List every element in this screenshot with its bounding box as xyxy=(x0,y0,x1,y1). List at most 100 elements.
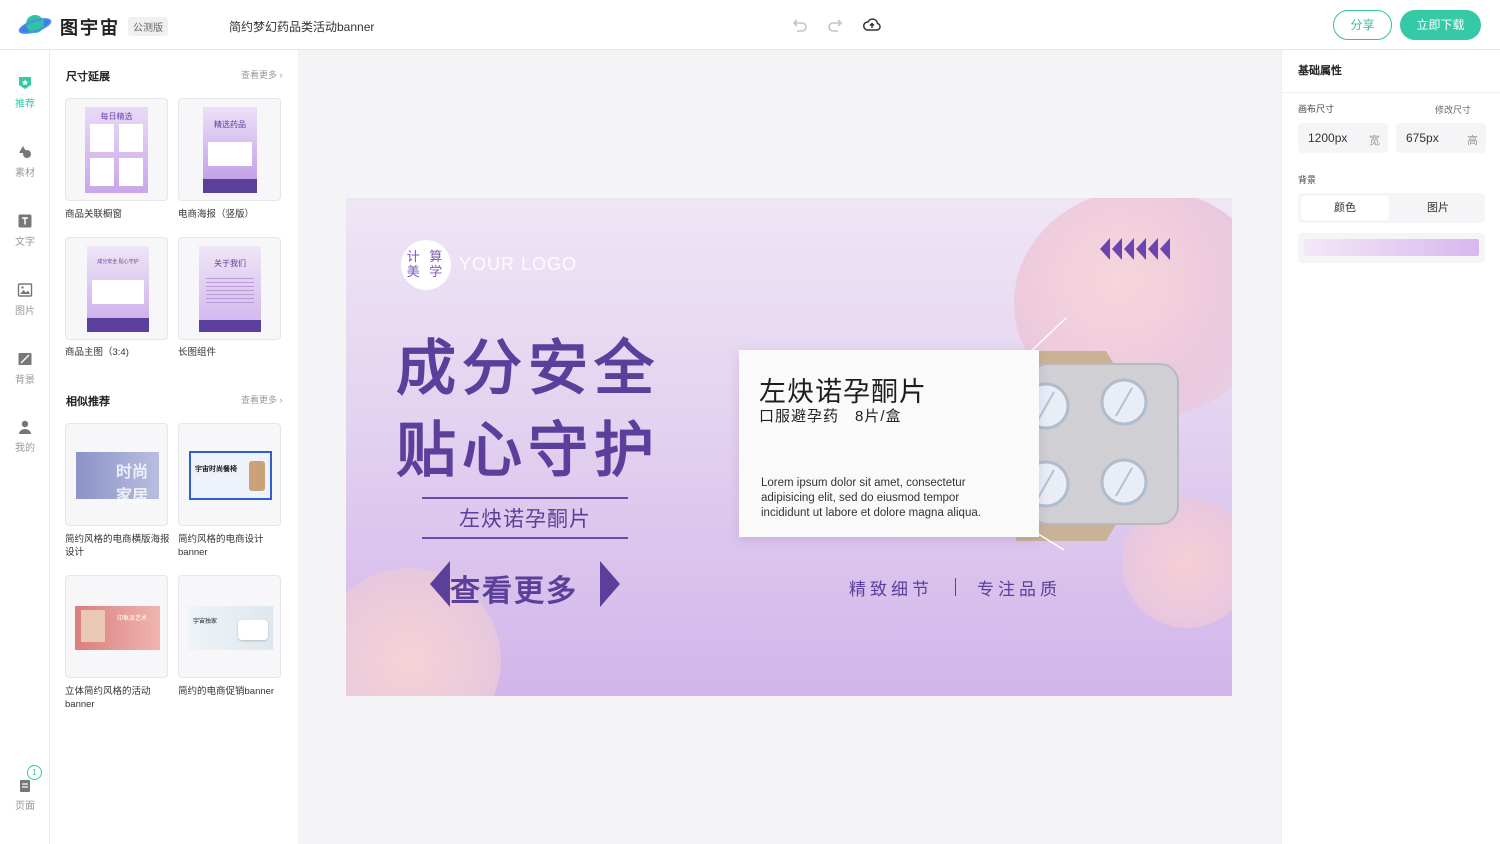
brand-name[interactable]: 图宇宙 xyxy=(60,14,120,40)
nav-label: 图片 xyxy=(15,306,35,317)
logo-text-line1: 计 算 xyxy=(406,249,446,264)
triangle-right-icon xyxy=(600,561,620,607)
properties-title: 基础属性 xyxy=(1298,65,1342,77)
cloud-upload-icon[interactable] xyxy=(862,15,882,35)
template-label: 简约的电商促销banner xyxy=(178,686,275,697)
nav-recommend[interactable]: 推荐 xyxy=(0,75,50,110)
download-button[interactable]: 立即下载 xyxy=(1400,10,1481,40)
template-label: 长图组件 xyxy=(178,347,217,358)
share-button[interactable]: 分享 xyxy=(1333,10,1392,40)
user-icon xyxy=(19,420,31,434)
tagline-right[interactable]: 专注品质 xyxy=(977,575,1061,600)
card-title: 左炔诺孕酮片 xyxy=(759,377,927,407)
template-label: 电商海报（竖版） xyxy=(178,209,255,220)
background-type-toggle: 颜色 图片 xyxy=(1298,193,1485,223)
resize-link[interactable]: 修改尺寸 xyxy=(1435,103,1471,116)
template-thumbnail[interactable]: 时尚家居 xyxy=(65,423,168,526)
template-label: 简约风格的电商设计banner xyxy=(178,534,264,558)
beta-badge: 公测版 xyxy=(128,17,168,36)
text-icon xyxy=(18,214,32,228)
view-more-link[interactable]: 查看更多 › xyxy=(241,68,283,81)
tab-image[interactable]: 图片 xyxy=(1394,196,1482,220)
pages-count-badge: 1 xyxy=(27,765,42,780)
brand-logo-circle[interactable]: 计 算 美 学 xyxy=(401,240,451,290)
headline-line2[interactable]: 贴心守护 xyxy=(396,418,666,484)
nav-label: 页面 xyxy=(15,801,35,812)
divider xyxy=(1282,92,1500,93)
view-more-link[interactable]: 查看更多 › xyxy=(241,393,283,406)
nav-label: 背景 xyxy=(15,375,35,386)
template-thumbnail[interactable]: 印象派艺术 xyxy=(65,575,168,678)
section-title-size-extend: 尺寸延展 xyxy=(66,71,110,83)
design-canvas[interactable]: 计 算 美 学 YOUR LOGO 成分安全 贴心守护 左炔诺孕酮片 查看更多 … xyxy=(346,198,1232,696)
nav-label: 素材 xyxy=(15,168,35,179)
nav-background[interactable]: 背景 xyxy=(0,351,50,386)
template-thumbnail[interactable]: 每日精选 xyxy=(65,98,168,201)
image-icon xyxy=(17,283,33,297)
gradient-swatch[interactable] xyxy=(1304,239,1479,256)
nav-materials[interactable]: 素材 xyxy=(0,144,50,179)
height-field[interactable]: 675px 高 xyxy=(1396,123,1486,153)
template-thumbnail[interactable]: 成分安全 贴心守护 xyxy=(65,237,168,340)
width-field[interactable]: 1200px 宽 xyxy=(1298,123,1388,153)
thumb-text: 宇宙时尚餐椅 xyxy=(195,466,237,473)
thumb-text: 精选药品 xyxy=(214,120,246,129)
nav-mine[interactable]: 我的 xyxy=(0,419,50,454)
divider-line xyxy=(422,537,628,539)
card-body: Lorem ipsum dolor sit amet, consectetur … xyxy=(761,477,981,519)
thumb-text: 每日精选 xyxy=(100,112,133,121)
arrows-left-icon xyxy=(1100,238,1170,260)
template-thumbnail[interactable]: 关于我们 xyxy=(178,237,281,340)
nav-pages[interactable]: 页面 xyxy=(0,777,50,812)
document-title[interactable]: 简约梦幻药品类活动banner xyxy=(229,18,374,35)
nav-label: 推荐 xyxy=(15,99,35,110)
template-label: 商品主图（3:4) xyxy=(65,347,129,358)
redo-icon[interactable] xyxy=(826,15,846,35)
template-thumbnail[interactable]: 精选药品 xyxy=(178,98,281,201)
nav-label: 文字 xyxy=(15,237,35,248)
thumb-text: 时尚家居 xyxy=(116,464,149,505)
section-title-similar: 相似推荐 xyxy=(66,396,110,408)
view-more-label: 查看更多 xyxy=(241,70,278,80)
triangle-left-icon xyxy=(430,561,450,607)
card-subtitle: 口服避孕药 8片/盒 xyxy=(759,408,902,425)
shapes-icon xyxy=(19,146,31,158)
thumb-text: 宇宙独家 xyxy=(193,619,218,625)
logo-text-line2: 美 学 xyxy=(406,264,446,279)
nav-text[interactable]: 文字 xyxy=(0,213,50,248)
product-info-card[interactable]: 左炔诺孕酮片 口服避孕药 8片/盒 Lorem ipsum dolor sit … xyxy=(739,350,1039,537)
cta-view-more[interactable]: 查看更多 xyxy=(450,566,578,610)
thumb-text: 印象派艺术 xyxy=(117,616,148,622)
left-nav: 推荐 素材 文字 图片 背景 我的 页面 1 xyxy=(0,50,50,844)
background-icon xyxy=(18,353,32,365)
nav-label: 我的 xyxy=(15,443,35,454)
top-bar: 图宇宙 公测版 简约梦幻药品类活动banner 分享 立即下载 xyxy=(0,0,1500,50)
star-shield-icon xyxy=(19,77,31,89)
height-value: 675px xyxy=(1406,131,1439,145)
thumb-text: 成分安全 贴心守护 xyxy=(97,259,139,265)
properties-panel: 基础属性 画布尺寸 修改尺寸 1200px 宽 675px 高 背景 颜色 图片 xyxy=(1281,50,1500,844)
tagline-left[interactable]: 精致细节 xyxy=(849,575,933,600)
background-swatch-field[interactable] xyxy=(1298,233,1485,263)
background-label: 背景 xyxy=(1298,175,1317,185)
view-more-label: 查看更多 xyxy=(241,395,278,405)
template-thumbnail[interactable]: 宇宙独家 xyxy=(178,575,281,678)
template-label: 立体简约风格的活动banner xyxy=(65,686,151,710)
thumb-text: 关于我们 xyxy=(214,259,246,268)
tab-color[interactable]: 颜色 xyxy=(1301,196,1389,220)
canvas-size-label: 画布尺寸 xyxy=(1298,104,1335,114)
planet-logo-icon[interactable] xyxy=(18,12,54,38)
width-unit: 宽 xyxy=(1369,135,1380,147)
template-panel: 尺寸延展 查看更多 › 每日精选 商品关联橱窗 精选药品 电商海报（竖版） 成分… xyxy=(50,50,298,844)
subtitle-product[interactable]: 左炔诺孕酮片 xyxy=(422,503,628,533)
undo-icon[interactable] xyxy=(789,15,809,35)
template-label: 商品关联橱窗 xyxy=(65,209,123,220)
tagline-separator xyxy=(955,578,956,596)
headline-line1[interactable]: 成分安全 xyxy=(396,336,666,402)
width-value: 1200px xyxy=(1308,131,1348,145)
nav-images[interactable]: 图片 xyxy=(0,282,50,317)
template-thumbnail[interactable]: 宇宙时尚餐椅 xyxy=(178,423,281,526)
template-label: 简约风格的电商横版海报设计 xyxy=(65,534,170,558)
your-logo-text[interactable]: YOUR LOGO xyxy=(459,254,577,275)
divider-line xyxy=(422,497,628,499)
